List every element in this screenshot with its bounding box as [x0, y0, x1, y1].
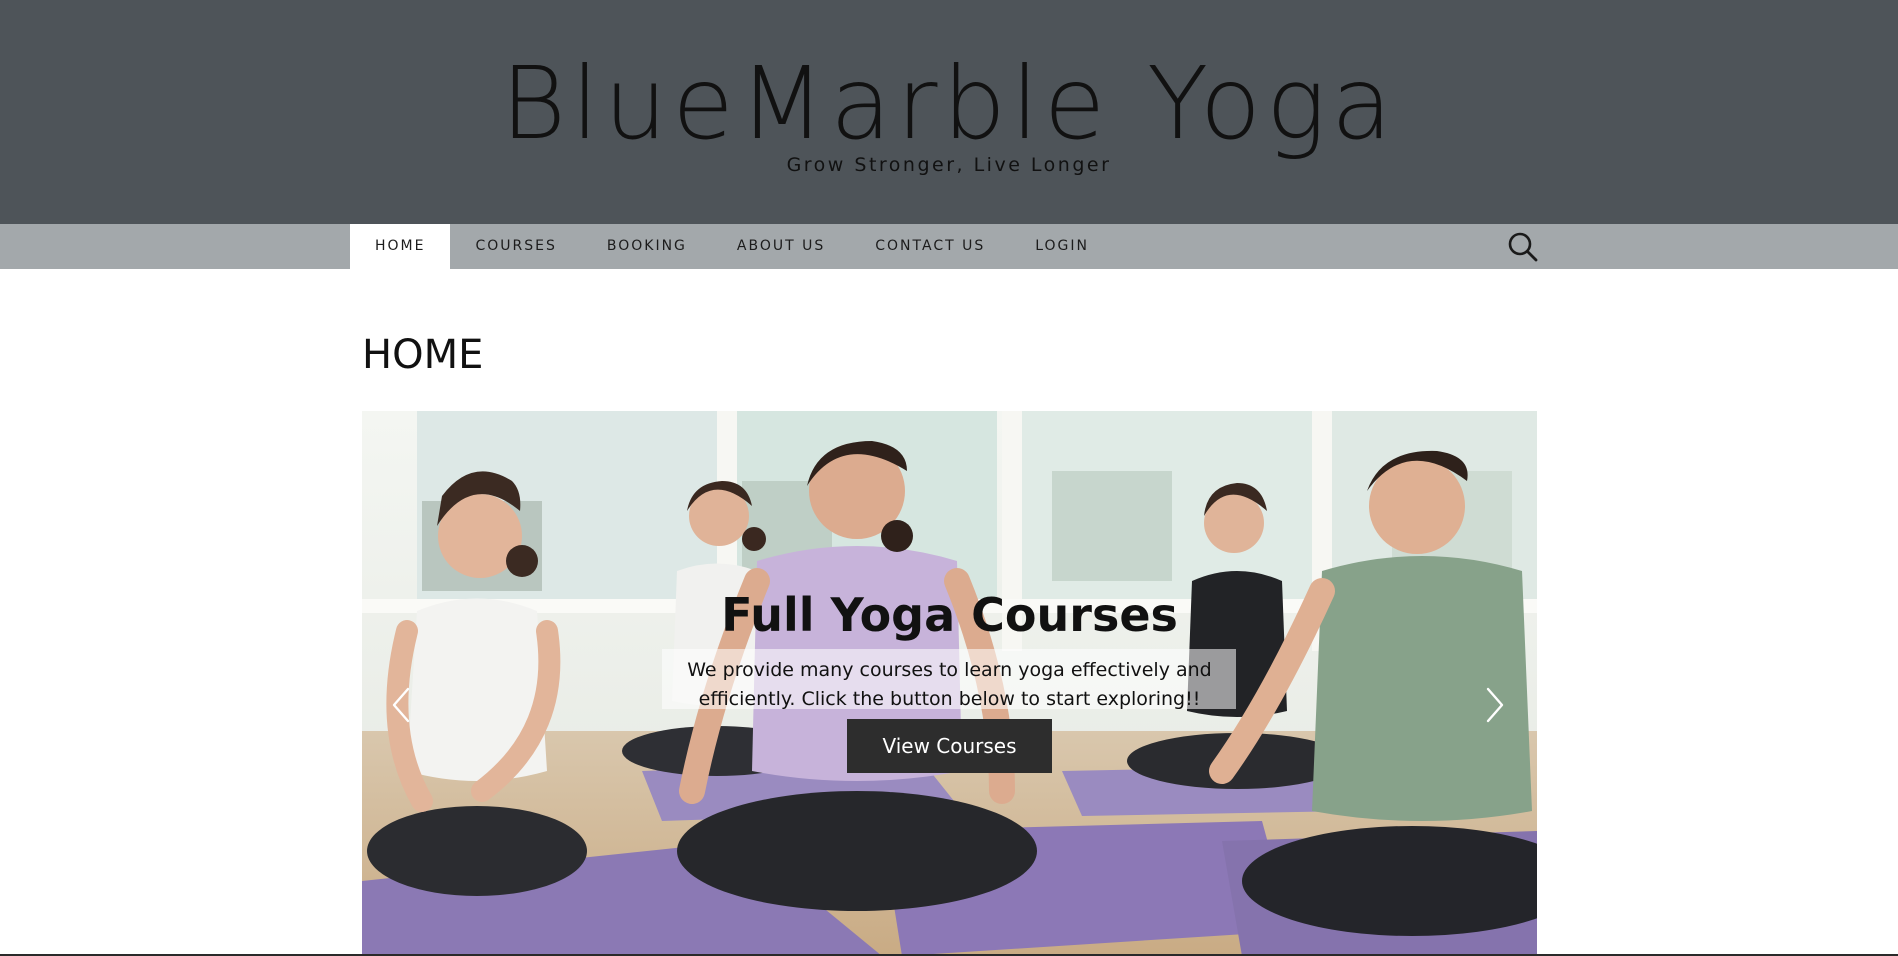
search-icon[interactable]: [1506, 230, 1540, 264]
slide-title: Full Yoga Courses: [721, 588, 1178, 642]
nav-item-about-us[interactable]: ABOUT US: [712, 224, 850, 269]
chevron-left-icon[interactable]: [386, 685, 416, 725]
site-header: BlueMarble Yoga Grow Stronger, Live Long…: [0, 0, 1898, 224]
page-title: HOME: [362, 332, 484, 378]
nav-item-home[interactable]: HOME: [350, 224, 451, 269]
main-nav: HOME COURSES BOOKING ABOUT US CONTACT US…: [0, 224, 1898, 269]
chevron-right-icon[interactable]: [1480, 685, 1510, 725]
hero-slider: Full Yoga Courses We provide many course…: [362, 411, 1537, 956]
nav-item-login[interactable]: LOGIN: [1010, 224, 1114, 269]
nav-item-booking[interactable]: BOOKING: [582, 224, 712, 269]
slide-description-line: efficiently. Click the button below to s…: [698, 688, 1201, 710]
slide-description-line: We provide many courses to learn yoga ef…: [687, 659, 1212, 681]
site-title[interactable]: BlueMarble Yoga: [0, 46, 1898, 162]
slide-description: We provide many courses to learn yoga ef…: [362, 656, 1537, 714]
nav-item-courses[interactable]: COURSES: [450, 224, 581, 269]
site-tagline: Grow Stronger, Live Longer: [786, 154, 1112, 176]
view-courses-button[interactable]: View Courses: [847, 719, 1052, 773]
nav-item-contact-us[interactable]: CONTACT US: [850, 224, 1010, 269]
nav-list: HOME COURSES BOOKING ABOUT US CONTACT US…: [350, 224, 1114, 269]
